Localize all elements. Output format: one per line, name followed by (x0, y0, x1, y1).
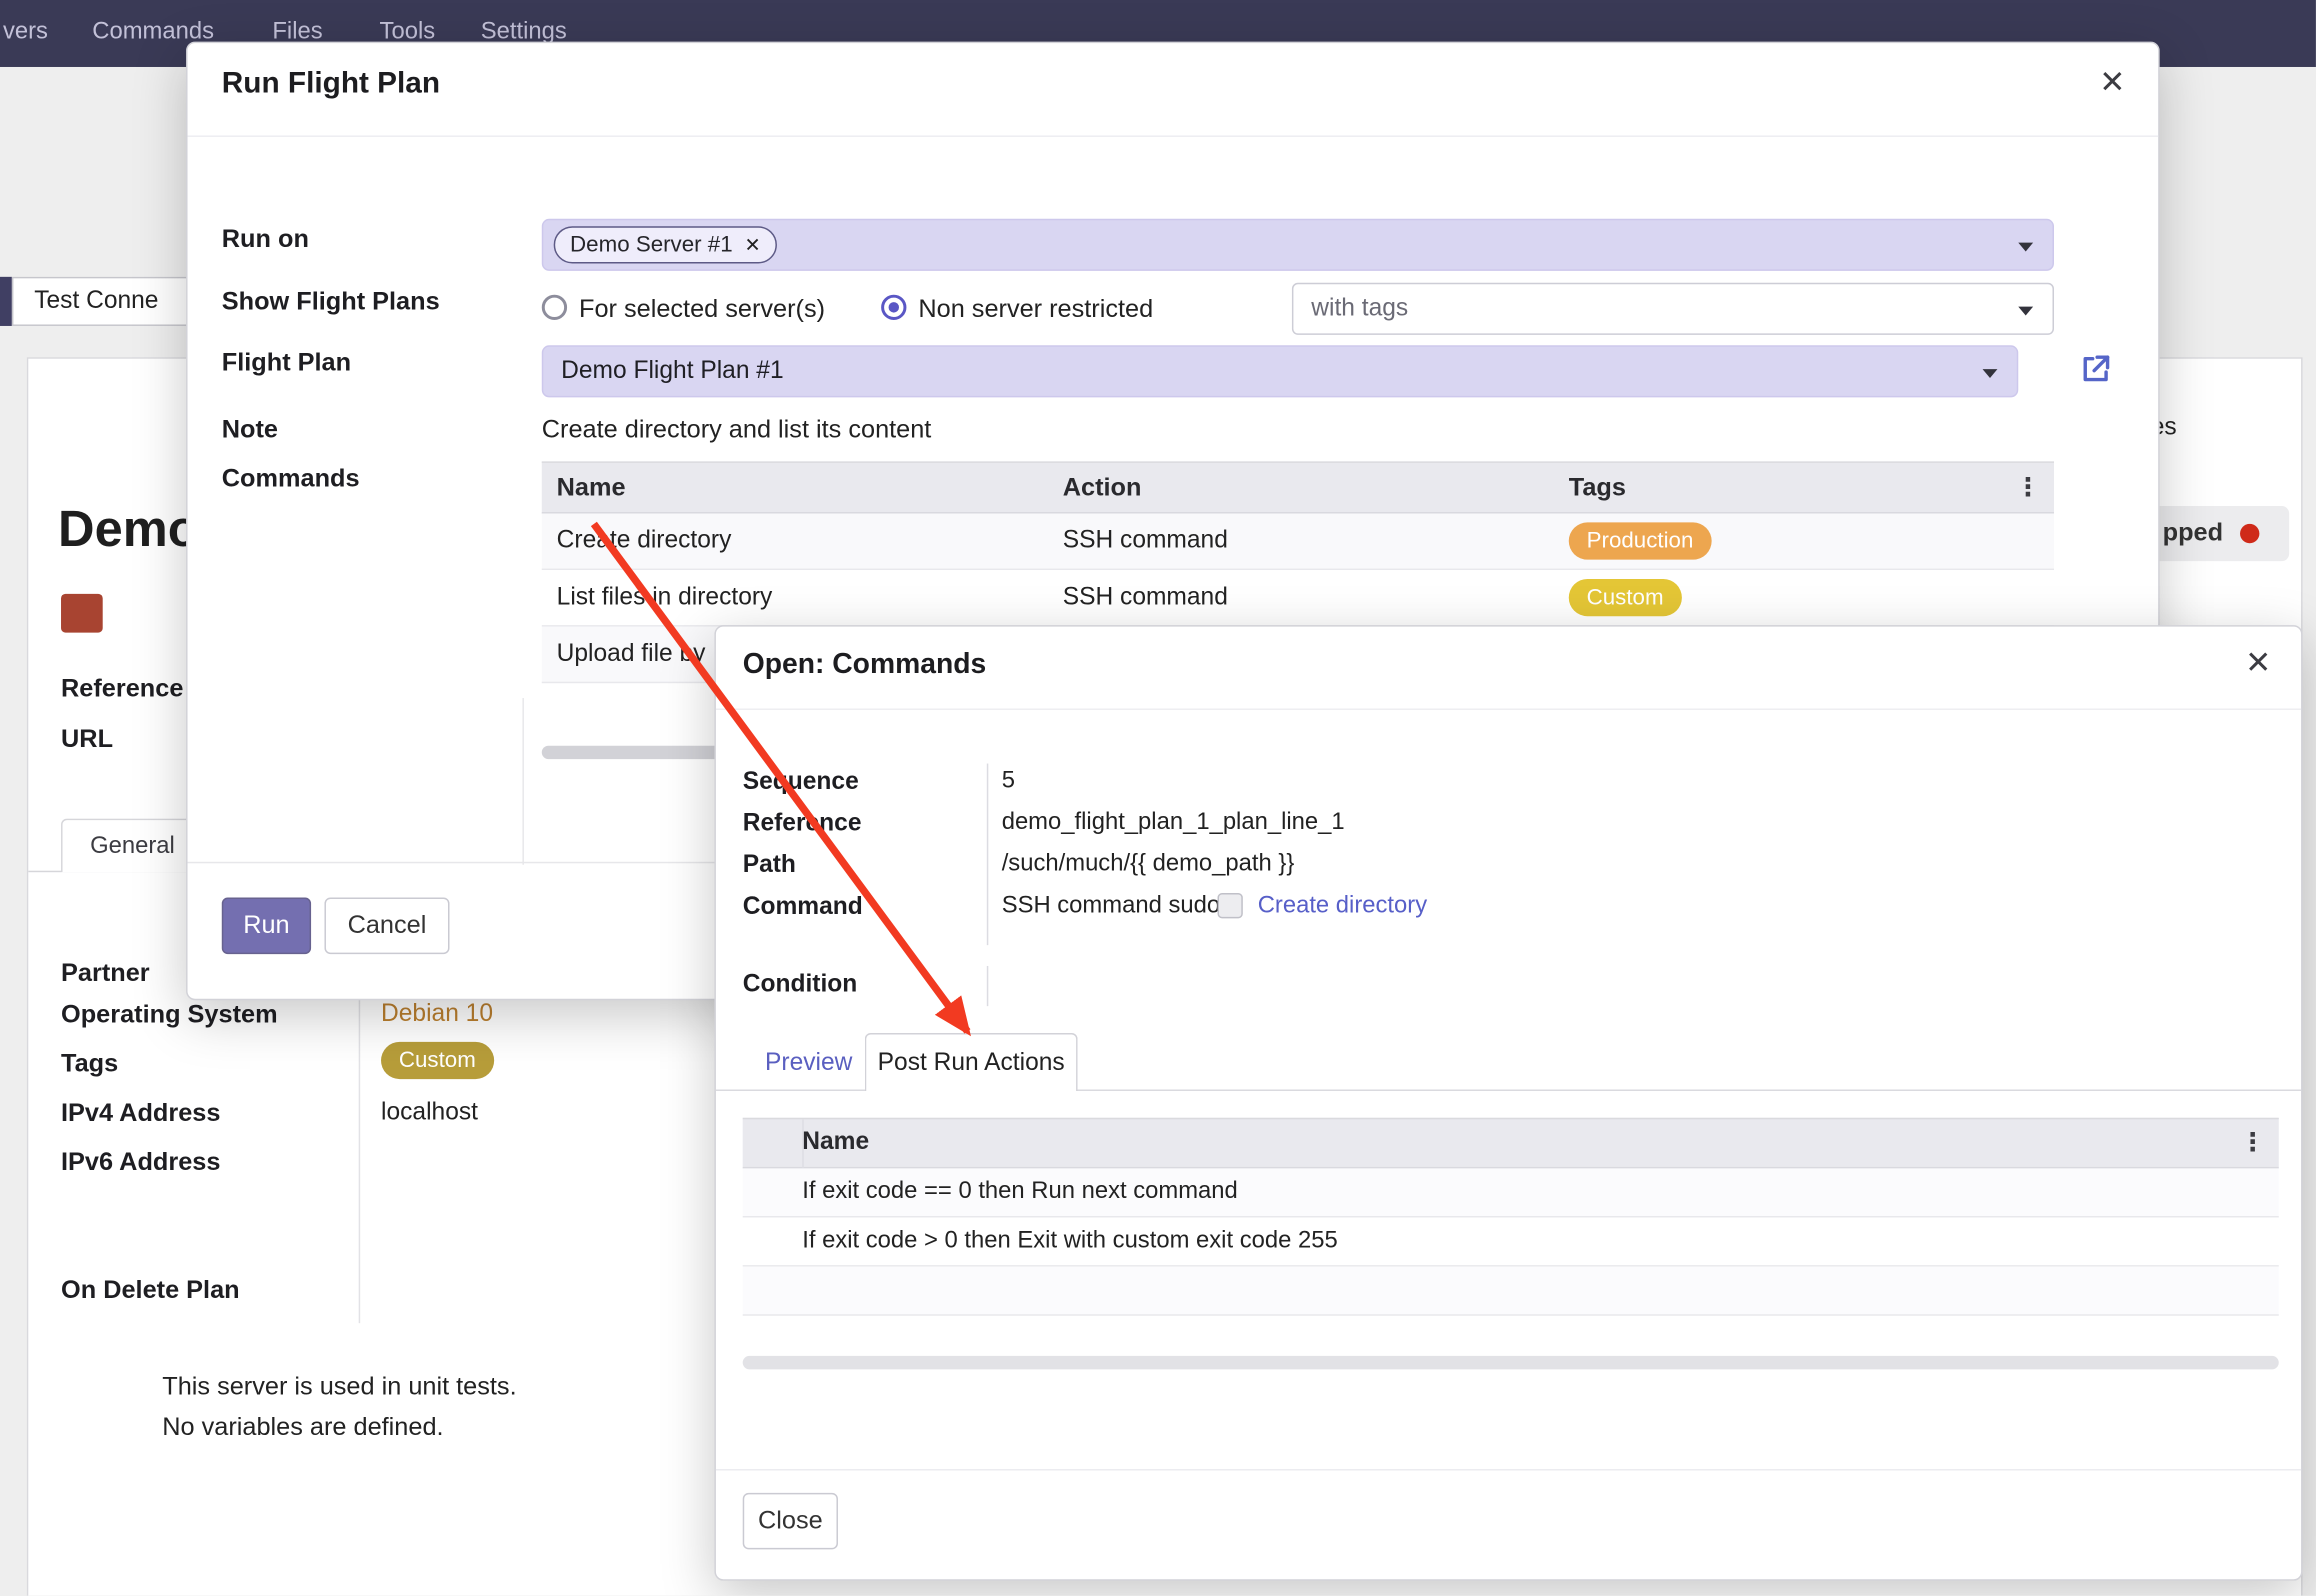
note-label: Note (222, 415, 278, 445)
row-name: If exit code == 0 then Run next command (802, 1179, 1238, 1206)
flight-plan-select[interactable]: Demo Flight Plan #1 (542, 345, 2018, 397)
modal-header-divider (716, 708, 2301, 709)
row-action: SSH command (1063, 583, 1228, 611)
column-header-name[interactable]: Name (802, 1128, 869, 1156)
color-swatch[interactable] (61, 594, 103, 633)
condition-label: Condition (743, 970, 858, 998)
partial-button-edge[interactable] (0, 277, 12, 326)
radio-non-server-restricted-label: Non server restricted (918, 295, 1153, 325)
modal-title: Run Flight Plan (222, 67, 440, 101)
column-options-icon[interactable]: ⋮ (2240, 1128, 2265, 1158)
dropdown-caret-icon (1983, 368, 1998, 377)
path-value: /such/much/{{ demo_path }} (1002, 851, 1295, 878)
close-icon[interactable]: ✕ (2099, 67, 2125, 98)
run-on-label: Run on (222, 225, 309, 255)
sequence-value: 5 (1002, 768, 1015, 795)
create-directory-link[interactable]: Create directory (1258, 893, 1427, 920)
flight-plan-label: Flight Plan (222, 348, 351, 378)
row-name: Create directory (557, 527, 732, 555)
selected-server-chip[interactable]: Demo Server #1 ✕ (554, 226, 777, 263)
table-row[interactable]: If exit code == 0 then Run next command (743, 1168, 2279, 1217)
command-value: SSH command sudo (1002, 893, 1220, 920)
run-button[interactable]: Run (222, 898, 311, 955)
ipv6-label: IPv6 Address (61, 1148, 220, 1178)
modal-footer-divider (716, 1469, 2301, 1470)
dropdown-caret-icon (2018, 242, 2033, 251)
operating-system-label: Operating System (61, 1000, 278, 1030)
commands-table-header: Name Action Tags ⋮ (542, 461, 2054, 513)
row-tag-badge: Production (1569, 522, 1711, 559)
column-header-action[interactable]: Action (1063, 473, 1142, 503)
tab-general-label: General (90, 833, 175, 860)
sheet-divider (522, 698, 523, 865)
external-link-icon[interactable] (2078, 351, 2114, 387)
status-dot-icon (2240, 524, 2259, 543)
operating-system-value[interactable]: Debian 10 (381, 1000, 493, 1028)
modal-header-divider (188, 135, 2159, 136)
command-label: Command (743, 893, 863, 921)
radio-non-server-restricted[interactable] (881, 295, 906, 320)
tags-label: Tags (61, 1049, 118, 1079)
close-icon[interactable]: ✕ (2245, 647, 2271, 678)
table-row-empty (743, 1267, 2279, 1316)
commands-label: Commands (222, 464, 360, 494)
tab-post-run-actions-label: Post Run Actions (878, 1049, 1065, 1077)
sequence-label: Sequence (743, 768, 859, 796)
row-tag-badge: Custom (1569, 579, 1682, 616)
ipv4-label: IPv4 Address (61, 1098, 220, 1128)
field-divider (987, 764, 988, 946)
close-button[interactable]: Close (743, 1493, 838, 1550)
test-connection-label: Test Conne (34, 287, 158, 315)
ipv4-value: localhost (381, 1098, 478, 1126)
run-on-server-input[interactable]: Demo Server #1 ✕ (542, 219, 2054, 271)
table-row[interactable]: If exit code > 0 then Exit with custom e… (743, 1218, 2279, 1267)
tag-badge: Custom (381, 1042, 494, 1079)
field-column-divider (359, 951, 360, 1323)
with-tags-select[interactable]: with tags (1292, 283, 2054, 335)
command-checkbox[interactable] (1218, 893, 1243, 918)
table-row[interactable]: Create directory SSH command Production (542, 513, 2054, 570)
row-name: Upload file by (557, 640, 706, 668)
url-label: URL (61, 725, 113, 755)
row-name: List files in directory (557, 583, 773, 611)
column-header-tags[interactable]: Tags (1569, 473, 1626, 503)
row-action: SSH command (1063, 527, 1228, 555)
modal-title: Open: Commands (743, 649, 987, 682)
dropdown-caret-icon (2018, 306, 2033, 315)
open-commands-modal: Open: Commands ✕ Sequence 5 Reference de… (714, 625, 2302, 1581)
column-header-name[interactable]: Name (557, 473, 626, 503)
row-name: If exit code > 0 then Exit with custom e… (802, 1228, 1337, 1255)
tab-post-run-actions[interactable]: Post Run Actions (865, 1033, 1078, 1091)
page-title: Demo (58, 502, 199, 560)
radio-for-selected-servers-label: For selected server(s) (579, 295, 825, 325)
selected-server-chip-label: Demo Server #1 (570, 232, 733, 257)
field-divider (987, 966, 988, 1006)
on-delete-plan-label: On Delete Plan (61, 1276, 240, 1306)
chip-remove-icon[interactable]: ✕ (745, 233, 761, 257)
partner-label: Partner (61, 959, 150, 989)
path-label: Path (743, 851, 796, 879)
status-badge-label: pped (2163, 518, 2223, 548)
unit-test-note-line2: No variables are defined. (162, 1412, 443, 1442)
app-root: vers Commands Files Tools Settings Test … (0, 0, 2316, 1596)
radio-for-selected-servers[interactable] (542, 295, 567, 320)
reference-label: Reference (743, 810, 862, 838)
show-flight-plans-label: Show Flight Plans (222, 287, 440, 317)
cancel-button[interactable]: Cancel (324, 898, 449, 955)
unit-test-note-line1: This server is used in unit tests. (162, 1372, 516, 1402)
reference-label: Reference (61, 674, 183, 704)
note-value: Create directory and list its content (542, 415, 932, 445)
tab-preview[interactable]: Preview (765, 1049, 852, 1077)
reference-value: demo_flight_plan_1_plan_line_1 (1002, 810, 1345, 837)
table-row[interactable]: List files in directory SSH command Cust… (542, 570, 2054, 627)
with-tags-select-value: with tags (1311, 295, 1408, 323)
actions-table-header: Name ⋮ (743, 1118, 2279, 1169)
column-options-icon[interactable]: ⋮ (2015, 473, 2040, 503)
flight-plan-select-value: Demo Flight Plan #1 (561, 357, 784, 385)
tab-general[interactable]: General (61, 819, 204, 873)
nav-item-servers[interactable]: vers (3, 19, 48, 46)
horizontal-scrollbar-track[interactable] (743, 1356, 2279, 1369)
